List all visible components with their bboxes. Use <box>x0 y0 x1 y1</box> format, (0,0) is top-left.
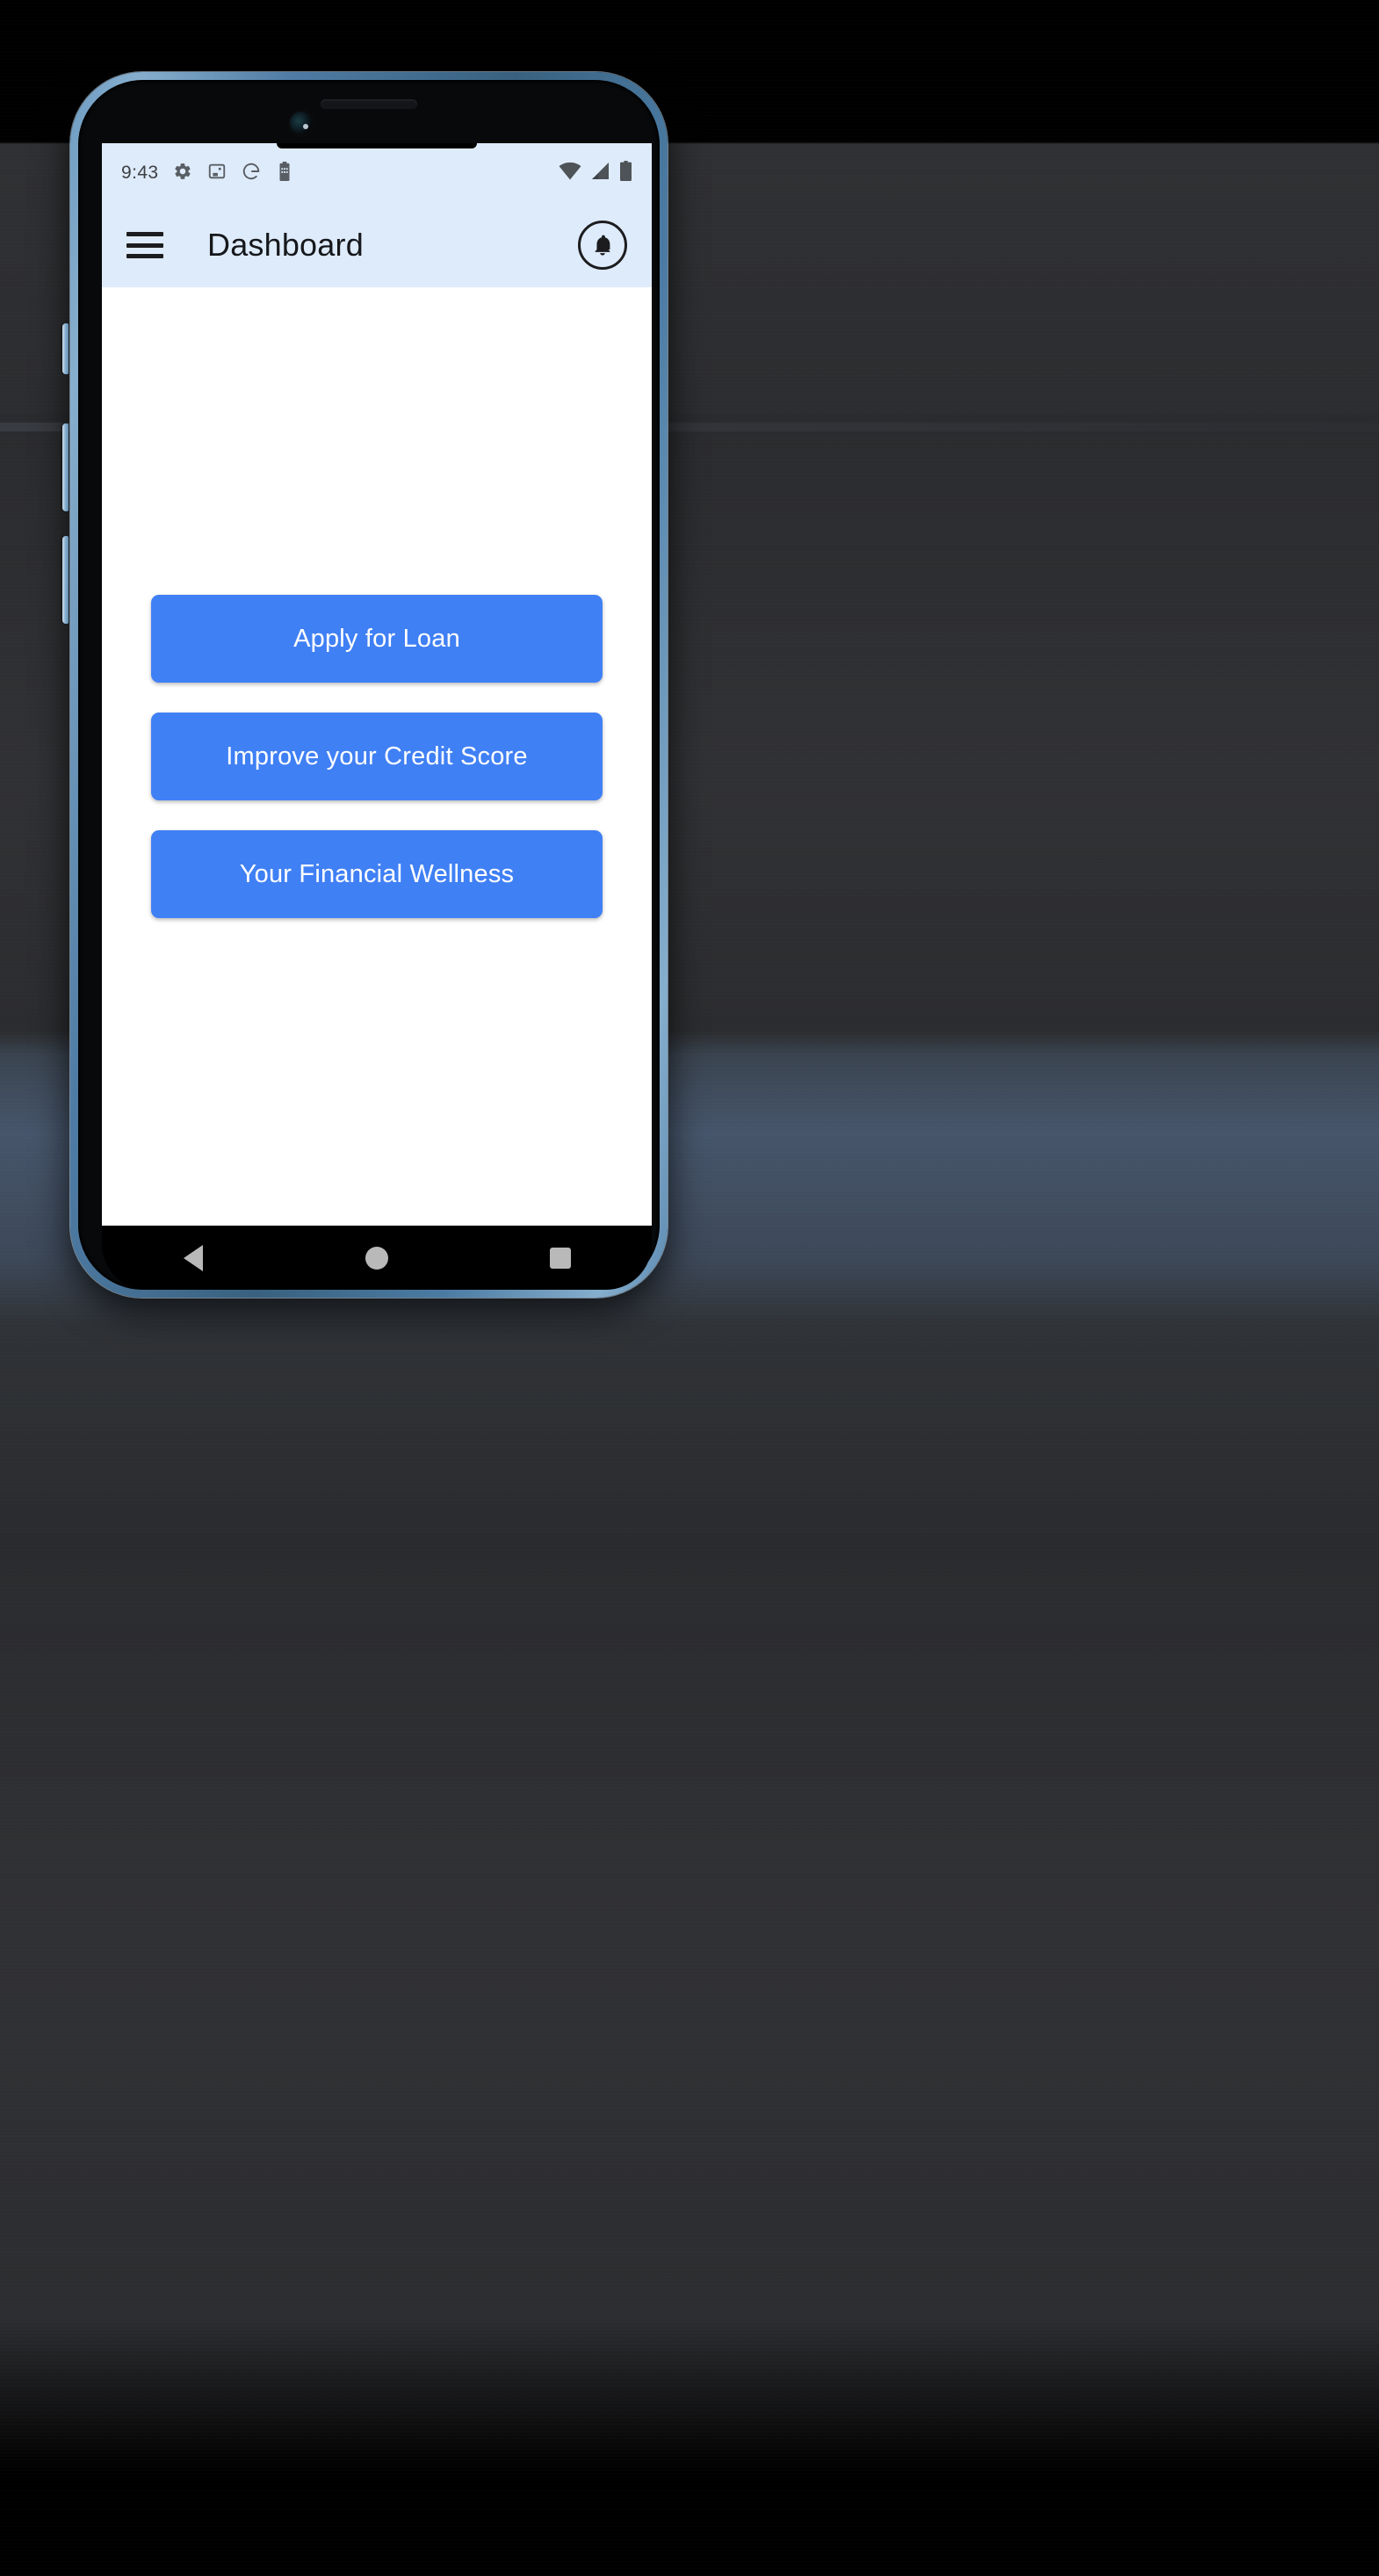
nav-recents-button[interactable] <box>521 1237 600 1279</box>
google-g-icon <box>242 162 261 185</box>
square-recents-icon <box>549 1247 571 1269</box>
status-bar: 9:43 <box>102 143 652 203</box>
phone-device-frame: 9:43 Dashboard Apply for Loan Improve yo… <box>62 72 668 1298</box>
dashboard-content: Apply for Loan Improve your Credit Score… <box>102 287 652 1226</box>
earpiece-speaker <box>321 99 417 109</box>
android-navigation-bar <box>102 1226 652 1290</box>
wifi-icon <box>559 162 581 185</box>
circle-home-icon <box>365 1246 388 1270</box>
page-title: Dashboard <box>207 227 364 263</box>
nav-home-button[interactable] <box>337 1237 416 1279</box>
phone-screen: 9:43 Dashboard Apply for Loan Improve yo… <box>102 143 652 1226</box>
app-bar: Dashboard <box>102 203 652 287</box>
phone-bezel: 9:43 Dashboard Apply for Loan Improve yo… <box>78 80 660 1290</box>
battery-saver-icon <box>276 161 293 185</box>
hamburger-menu-icon[interactable] <box>126 232 163 258</box>
front-camera <box>290 112 313 134</box>
improve-credit-score-button[interactable]: Improve your Credit Score <box>151 713 603 800</box>
volume-down-button[interactable] <box>62 536 69 624</box>
hamburger-line <box>126 232 163 236</box>
hamburger-line <box>126 242 163 248</box>
battery-icon <box>619 161 632 185</box>
settings-gear-icon <box>173 162 192 185</box>
status-bar-right-group <box>559 161 632 185</box>
hamburger-line <box>126 254 163 258</box>
apply-for-loan-button[interactable]: Apply for Loan <box>151 595 603 683</box>
triangle-back-icon <box>184 1244 204 1271</box>
status-bar-clock: 9:43 <box>121 163 159 183</box>
silent-switch-button[interactable] <box>62 323 69 374</box>
financial-wellness-button[interactable]: Your Financial Wellness <box>151 830 603 918</box>
screenshot-icon <box>207 162 227 185</box>
volume-up-button[interactable] <box>62 423 69 511</box>
nav-back-button[interactable] <box>154 1237 233 1279</box>
cellular-signal-icon <box>590 162 610 185</box>
notification-bell-icon[interactable] <box>578 221 627 270</box>
status-bar-left-group: 9:43 <box>121 161 559 185</box>
